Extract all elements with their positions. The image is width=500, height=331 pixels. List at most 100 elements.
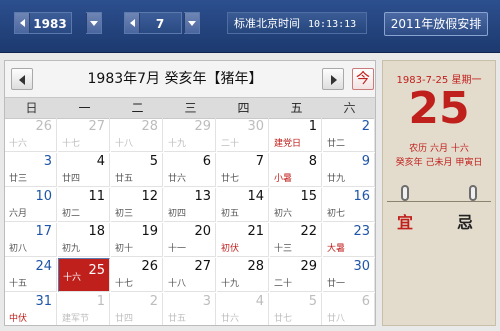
ring-icon: [469, 185, 477, 201]
day-cell[interactable]: 29 二十: [270, 258, 322, 292]
prev-month-button[interactable]: [11, 68, 33, 90]
day-cell[interactable]: 9 廿九: [323, 153, 375, 187]
day-cell[interactable]: 13 初四: [164, 188, 216, 222]
day-cell[interactable]: 27 十七: [58, 118, 110, 152]
day-cell[interactable]: 20 十一: [164, 223, 216, 257]
day-number: 6: [202, 154, 211, 169]
day-cell[interactable]: 5 廿七: [270, 293, 322, 325]
ring-icon: [401, 185, 409, 201]
day-cell[interactable]: 24 十五: [5, 258, 57, 292]
lunar-label: 廿四: [115, 314, 134, 324]
lunar-label: 十一: [168, 244, 187, 254]
day-cell[interactable]: 22 十三: [270, 223, 322, 257]
day-cell[interactable]: 2 廿四: [111, 293, 163, 325]
day-cell[interactable]: 6 廿六: [164, 153, 216, 187]
day-cell[interactable]: 7 廿七: [217, 153, 269, 187]
day-cell[interactable]: 2 廿二: [323, 118, 375, 152]
day-number: 13: [194, 189, 211, 204]
day-number: 10: [35, 189, 52, 204]
day-cell[interactable]: 29 十九: [164, 118, 216, 152]
chevron-down-icon: [86, 13, 101, 33]
clock-label: 标准北京时间: [234, 17, 300, 30]
month-title: 1983年7月 癸亥年【猪年】: [87, 71, 263, 87]
year-value: 1983: [33, 17, 67, 31]
day-cell[interactable]: 18 初九: [58, 223, 110, 257]
day-cell[interactable]: 4 廿六: [217, 293, 269, 325]
day-cell[interactable]: 10 六月: [5, 188, 57, 222]
lunar-label: 建军节: [62, 314, 90, 324]
day-cell-selected[interactable]: 25 十六: [58, 258, 110, 292]
day-number: 17: [35, 224, 52, 239]
day-cell[interactable]: 27 十八: [164, 258, 216, 292]
day-cell[interactable]: 28 十九: [217, 258, 269, 292]
day-cell[interactable]: 30 廿一: [323, 258, 375, 292]
calendar-nav: 1983年7月 癸亥年【猪年】 今: [5, 61, 375, 97]
day-cell[interactable]: 3 廿三: [5, 153, 57, 187]
lunar-label: 十三: [274, 244, 293, 254]
lunar-label: 初八: [9, 244, 28, 254]
chevron-down-icon: [184, 13, 199, 33]
lunar-label: 十八: [115, 139, 134, 149]
day-cell[interactable]: 16 初七: [323, 188, 375, 222]
day-number: 24: [35, 259, 52, 274]
month-value: 7: [155, 17, 165, 31]
day-cell[interactable]: 30 二十: [217, 118, 269, 152]
month-dropdown-button[interactable]: [184, 12, 200, 34]
day-cell[interactable]: 23 大暑: [323, 223, 375, 257]
day-number: 26: [141, 259, 158, 274]
day-cell[interactable]: 19 初十: [111, 223, 163, 257]
day-number: 9: [361, 154, 370, 169]
day-cell[interactable]: 31 中伏: [5, 293, 57, 325]
lunar-label: 十七: [115, 279, 134, 289]
day-number: 3: [202, 294, 211, 309]
year-dropdown-button[interactable]: [86, 12, 102, 34]
lunar-label: 廿六: [168, 174, 187, 184]
day-number: 3: [43, 154, 52, 169]
weekday-label: 日: [25, 101, 38, 115]
month-prev-arrow-icon[interactable]: [125, 13, 140, 33]
lunar-label: 十五: [9, 279, 28, 289]
day-cell[interactable]: 28 十八: [111, 118, 163, 152]
today-button[interactable]: 今: [352, 68, 374, 90]
day-cell[interactable]: 3 廿五: [164, 293, 216, 325]
day-cell[interactable]: 8 小暑: [270, 153, 322, 187]
lunar-label: 十六: [63, 273, 82, 283]
year-select[interactable]: 1983: [14, 12, 72, 34]
day-cell[interactable]: 11 初二: [58, 188, 110, 222]
lunar-label: 廿七: [274, 314, 293, 324]
day-cell[interactable]: 26 十七: [111, 258, 163, 292]
lunar-label: 建党日: [274, 139, 302, 149]
weekday-label: 一: [78, 101, 91, 115]
lunar-label: 十六: [9, 139, 28, 149]
lunar-label: 十七: [62, 139, 81, 149]
lunar-label: 廿三: [9, 174, 28, 184]
lunar-label: 初六: [274, 209, 293, 219]
lunar-label: 十九: [221, 279, 240, 289]
day-number: 27: [88, 119, 105, 134]
beijing-clock: 标准北京时间 10:13:13: [227, 12, 367, 34]
year-prev-arrow-icon[interactable]: [15, 13, 30, 33]
day-number: 15: [300, 189, 317, 204]
day-cell[interactable]: 17 初八: [5, 223, 57, 257]
day-number: 29: [194, 119, 211, 134]
lunar-label: 十九: [168, 139, 187, 149]
day-cell[interactable]: 26 十六: [5, 118, 57, 152]
day-cell[interactable]: 14 初五: [217, 188, 269, 222]
day-cell[interactable]: 4 廿四: [58, 153, 110, 187]
day-cell[interactable]: 6 廿八: [323, 293, 375, 325]
day-cell[interactable]: 21 初伏: [217, 223, 269, 257]
day-cell[interactable]: 1 建党日: [270, 118, 322, 152]
next-month-button[interactable]: [322, 68, 344, 90]
holiday-schedule-button[interactable]: 2011年放假安排: [384, 12, 488, 36]
day-number: 4: [96, 154, 105, 169]
day-cell[interactable]: 5 廿五: [111, 153, 163, 187]
day-cell[interactable]: 15 初六: [270, 188, 322, 222]
bad-activities-label: 忌: [457, 213, 474, 232]
month-select[interactable]: 7: [124, 12, 182, 34]
day-number: 30: [353, 259, 370, 274]
lunar-label: 十八: [168, 279, 187, 289]
day-number: 2: [361, 119, 370, 134]
day-cell[interactable]: 12 初三: [111, 188, 163, 222]
day-number: 4: [255, 294, 264, 309]
day-cell[interactable]: 1 建军节: [58, 293, 110, 325]
